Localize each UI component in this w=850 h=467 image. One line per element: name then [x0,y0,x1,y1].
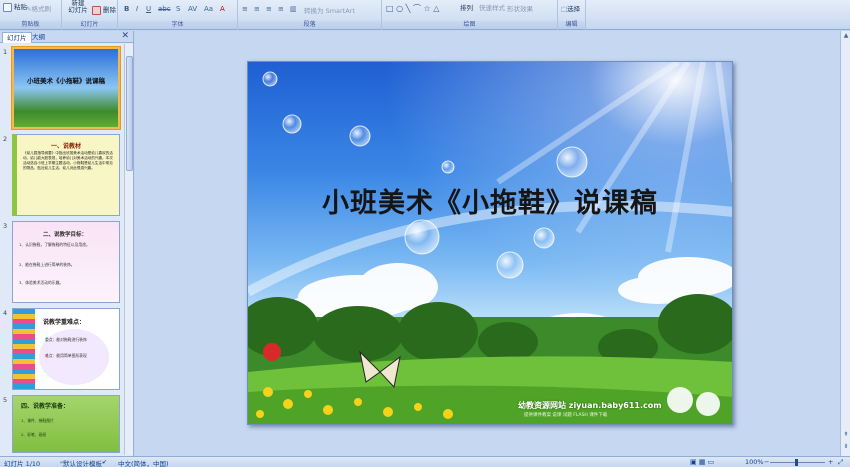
slide-thumbnail-5[interactable]: 四、说教学准备： 1、课件、拖鞋图片 2、彩笔、画纸 [12,395,120,453]
zoom-out-icon[interactable]: − [764,458,769,466]
drawing-group-label: 绘图 [382,21,557,29]
slide-thumbnail-4[interactable]: 说教学重难点： 重点：能对拖鞋进行装饰 难点：能用简单图形表现 [12,308,120,390]
drawing-group: □ ○ ╲ ⌒ ☆ △ 排列 快速样式 形状效果 绘图 [382,0,558,30]
thumb-item: 重点：能对拖鞋进行装饰 [45,337,87,342]
font-color-icon[interactable]: A [220,5,225,13]
slides-group-label: 幻灯片 [62,21,117,29]
convert-smartart-button[interactable]: 转换为 SmartArt [304,5,355,15]
underline-icon[interactable]: U [146,5,151,13]
justify-icon[interactable]: ≡ [278,5,284,13]
tab-outline[interactable]: 大纲 [28,32,49,43]
align-right-icon[interactable]: ≡ [266,5,272,13]
delete-icon [92,5,101,15]
decorative-border [13,309,35,389]
thumb-item: 2、彩笔、画纸 [21,432,47,437]
scrollbar-thumb[interactable] [126,56,133,171]
slide-thumbnail-3[interactable]: 二、说教学目标： 1、认识拖鞋，了解拖鞋的特征以及用途。 2、能在拖鞋上进行简单… [12,221,120,303]
delete-slide-button[interactable]: 删除 [92,4,116,15]
char-spacing-icon[interactable]: AV [188,5,197,13]
bold-icon[interactable]: B [124,5,129,13]
slide-number: 4 [3,309,8,317]
slide-position: 幻灯片 1/10 [4,460,41,467]
paragraph-group: ≡ ≡ ≡ ≡ ▥ 转换为 SmartArt 段落 [238,0,382,30]
paste-icon [3,2,12,12]
thumb-body: 《幼儿园指导纲要》中指出欣赏美术活动是幼儿喜欢的活动，幼儿能大胆表现，培养幼儿对… [23,151,113,170]
panel-scrollbar[interactable] [124,44,133,455]
slides-group: 新建 幻灯片 删除 幻灯片 [62,0,118,30]
language-indicator[interactable]: 中文(简体，中国) [118,458,169,467]
paste-button[interactable]: 粘贴 [3,1,27,12]
font-group-label: 字体 [118,21,237,29]
thumb-title: 二、说教学目标： [43,232,88,238]
align-center-icon[interactable]: ≡ [254,5,260,13]
slide-number: 5 [3,396,8,404]
zoom-in-icon[interactable]: + [828,458,833,466]
clipboard-group-label: 剪贴板 [0,21,61,29]
slide-title[interactable]: 小班美术《小拖鞋》说课稿 [248,181,732,220]
slide-thumbnail-2[interactable]: 一、说教材 《幼儿园指导纲要》中指出欣赏美术活动是幼儿喜欢的活动，幼儿能大胆表现… [12,134,120,216]
select-button[interactable]: ⬚选择 [561,3,580,13]
arrange-button[interactable]: 排列 [460,2,473,12]
theme-name: "默认设计模板" [60,460,105,467]
status-bar: 幻灯片 1/10 "默认设计模板" ✓ 中文(简体，中国) ▣ ▦ ▭ 100%… [0,456,850,467]
clipboard-group: 粘贴 ✎格式刷 剪贴板 [0,0,62,30]
new-slide-button[interactable]: 新建 幻灯片 [65,0,91,14]
slide-canvas[interactable]: 小班美术《小拖鞋》说课稿 幼教资源网站 ziyuan.baby611.com 提… [247,61,733,425]
watermark-text: 幼教资源网站 ziyuan.baby611.com [518,401,662,410]
thumb-title: 一、说教材 [51,143,82,150]
paragraph-group-label: 段落 [238,21,381,29]
columns-icon[interactable]: ▥ [290,5,297,13]
fit-slide-icon[interactable]: ⤢ [838,458,843,467]
thumb-title: 四、说教学准备： [21,403,70,410]
next-slide-icon[interactable]: ⇟ [842,443,850,451]
align-left-icon[interactable]: ≡ [242,5,248,13]
quick-styles-button[interactable]: 快速样式 [479,2,505,12]
slide-thumbnail-1[interactable]: 小班美术《小拖鞋》说课稿 [11,46,121,130]
slides-panel: 幻灯片 大纲 ✕ 1 小班美术《小拖鞋》说课稿 2 一、说教材 《幼儿园指导纲要… [0,31,134,456]
zoom-slider-thumb[interactable] [795,459,798,466]
editing-group-label: 编辑 [558,21,585,29]
panel-tabs: 幻灯片 大纲 ✕ [0,31,133,43]
thumb-item: 1、认识拖鞋，了解拖鞋的特征以及用途。 [19,242,90,247]
strikethrough-icon[interactable]: abc [158,5,171,13]
ribbon: 粘贴 ✎格式刷 剪贴板 新建 幻灯片 删除 幻灯片 B I U abc S AV… [0,0,850,30]
spelling-check-icon[interactable]: ✓ [102,458,107,466]
format-painter-button[interactable]: ✎格式刷 [26,3,51,13]
slide-number: 1 [3,48,8,56]
thumb-item: 1、课件、拖鞋图片 [21,418,54,423]
slide-number: 2 [3,135,8,143]
close-icon[interactable]: ✕ [121,31,129,41]
thumb-item: 难点：能用简单图形表现 [45,353,87,358]
scroll-up-icon[interactable]: ▲ [842,32,850,40]
thumb-title: 说教学重难点： [43,319,86,326]
slide-background-art [248,62,732,424]
shadow-icon[interactable]: S [176,5,180,13]
thumb-item: 3、体验美术活动的乐趣。 [19,280,64,285]
prev-slide-icon[interactable]: ⇞ [842,431,850,439]
editor-scrollbar[interactable]: ▲ ⇞ ⇟ [840,31,850,456]
shapes-icon[interactable]: □ ○ ╲ ⌒ ☆ △ [386,3,439,14]
italic-icon[interactable]: I [136,5,138,13]
zoom-level[interactable]: 100% [745,458,764,466]
font-group: B I U abc S AV Aa A 字体 [118,0,238,30]
watermark-subtext: 提供课件教案 说课 试题 FLASH 课件下载 [524,413,608,418]
thumb-title: 小班美术《小拖鞋》说课稿 [27,77,105,85]
editing-group: ⬚选择 编辑 [558,0,586,30]
change-case-icon[interactable]: Aa [204,5,213,13]
shape-effects-button[interactable]: 形状效果 [507,3,533,13]
slide-number: 3 [3,222,8,230]
view-normal-icon[interactable]: ▣ ▦ ▭ [690,458,714,466]
thumb-item: 2、能在拖鞋上进行简单的装饰。 [19,262,75,267]
